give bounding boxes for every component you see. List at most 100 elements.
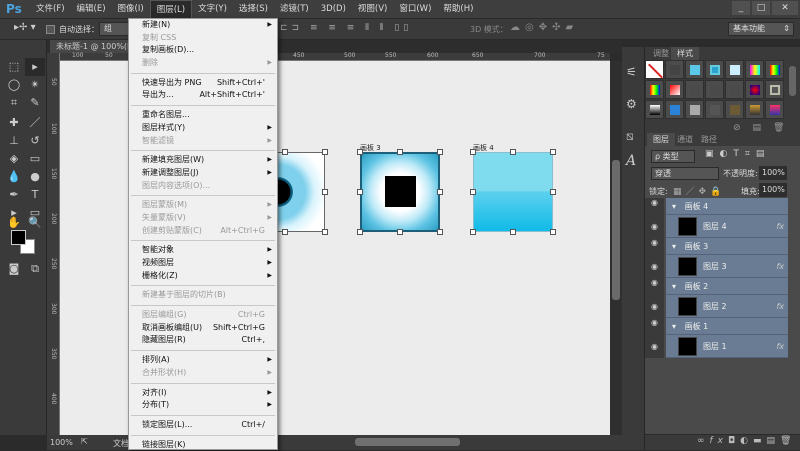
style-swatch[interactable] — [645, 100, 664, 119]
style-swatch-none[interactable] — [645, 60, 664, 79]
maximize-button[interactable]: □ — [752, 1, 770, 15]
doc-info-label[interactable]: 文档 — [113, 438, 129, 449]
paragraph-panel-icon[interactable]: ⧅ — [626, 129, 634, 144]
style-swatch[interactable] — [685, 100, 704, 119]
menu-item[interactable]: 排列(A) ▶ — [129, 354, 277, 367]
menu-item[interactable]: 隐藏图层(R) Ctrl+, — [129, 334, 277, 347]
menu-item[interactable]: 锁定图层(L)... Ctrl+/ — [129, 419, 277, 432]
style-swatch[interactable] — [725, 60, 744, 79]
menu-item[interactable]: 新建调整图层(J) ▶ — [129, 167, 277, 180]
menu-3[interactable]: 图层(L) — [149, 0, 193, 18]
gradient-tool-icon[interactable]: ▭ — [25, 150, 45, 168]
menu-7[interactable]: 3D(D) — [315, 0, 352, 18]
menu-item[interactable]: 导出为... Alt+Shift+Ctrl+' — [129, 89, 277, 102]
fx-icon[interactable]: fx — [776, 335, 784, 358]
healing-brush-icon[interactable]: ✚ — [4, 114, 24, 132]
menu-4[interactable]: 文字(Y) — [192, 0, 233, 18]
auto-select-dropdown[interactable]: 组 — [99, 22, 129, 36]
menu-9[interactable]: 窗口(W) — [393, 0, 437, 18]
style-swatch[interactable] — [725, 100, 744, 119]
vertical-scroll-thumb[interactable] — [612, 160, 620, 300]
zoom-level[interactable]: 100% — [50, 438, 73, 447]
style-swatch[interactable] — [765, 80, 784, 99]
3d-tools-icons[interactable]: ☁◎✥✣▰ — [510, 22, 578, 33]
export-icon[interactable]: ⇱ — [81, 437, 88, 446]
visibility-eye-icon[interactable]: ◉ — [645, 335, 664, 358]
visibility-eye-icon[interactable]: ◉ — [645, 278, 664, 295]
menu-10[interactable]: 帮助(H) — [437, 0, 479, 18]
menu-item[interactable]: 对齐(I) ▶ — [129, 387, 277, 400]
style-swatch[interactable] — [745, 80, 764, 99]
style-swatch[interactable] — [725, 80, 744, 99]
zoom-tool-icon[interactable]: 🔍 — [25, 214, 45, 232]
style-swatch[interactable] — [705, 80, 724, 99]
workspace-dropdown[interactable]: 基本功能 ⇕ — [728, 22, 794, 36]
style-swatch[interactable] — [645, 80, 664, 99]
artboard-3[interactable] — [360, 152, 440, 232]
style-swatch[interactable] — [685, 80, 704, 99]
align-icons[interactable]: ⊏⊐ ≡ ≡ ≡ ⫴ ⫴ ▯▯ — [280, 23, 412, 33]
menu-item[interactable]: 链接图层(K) — [129, 439, 277, 451]
marquee-tool-icon[interactable]: ⬚ — [4, 58, 24, 76]
magic-wand-icon[interactable]: ✴ — [25, 76, 45, 94]
layer-row[interactable]: ◉ 图层 1 fx — [645, 335, 800, 358]
fx-icon[interactable]: fx — [776, 255, 784, 278]
artboard-2[interactable] — [270, 152, 325, 232]
artboard-4[interactable] — [473, 152, 553, 232]
style-swatch[interactable] — [745, 100, 764, 119]
pen-tool-icon[interactable]: ✒ — [4, 186, 24, 204]
style-swatch[interactable] — [765, 60, 784, 79]
foreground-color[interactable] — [11, 230, 26, 245]
menu-8[interactable]: 视图(V) — [352, 0, 393, 18]
move-tool-icon[interactable]: ▸ — [25, 58, 45, 76]
menu-item[interactable]: 新建(N) ▶ — [129, 19, 277, 32]
fx-icon[interactable]: fx — [776, 295, 784, 318]
visibility-eye-icon[interactable]: ◉ — [645, 238, 664, 255]
menu-0[interactable]: 文件(F) — [30, 0, 71, 18]
character-panel-icon[interactable]: A — [626, 153, 636, 169]
lasso-tool-icon[interactable]: ◯ — [4, 76, 24, 94]
menu-item[interactable]: 取消画板编组(U) Shift+Ctrl+G — [129, 322, 277, 335]
style-swatch[interactable] — [705, 100, 724, 119]
styles-scrollbar[interactable] — [789, 66, 796, 96]
screen-mode-icon[interactable]: ⧉ — [25, 260, 45, 278]
menu-6[interactable]: 滤镜(T) — [274, 0, 315, 18]
type-tool-icon[interactable]: T — [25, 186, 45, 204]
menu-item[interactable]: 重命名图层... — [129, 109, 277, 122]
quick-mask-icon[interactable]: ◙ — [4, 260, 24, 278]
menu-item[interactable]: 快速导出为 PNG Shift+Ctrl+' — [129, 77, 277, 90]
style-swatch[interactable] — [665, 80, 684, 99]
style-swatch[interactable] — [705, 60, 724, 79]
layer-group-row[interactable]: ◉ ▾ 画板 1 — [645, 318, 800, 335]
visibility-eye-icon[interactable]: ◉ — [645, 255, 664, 278]
opacity-input[interactable]: 100% — [759, 166, 787, 180]
menu-item[interactable]: 视频图层 ▶ — [129, 257, 277, 270]
style-swatch[interactable] — [745, 60, 764, 79]
eraser-tool-icon[interactable]: ◈ — [4, 150, 24, 168]
menu-item[interactable]: 新建填充图层(W) ▶ — [129, 154, 277, 167]
history-brush-icon[interactable]: ↺ — [25, 132, 45, 150]
style-swatch[interactable] — [665, 60, 684, 79]
visibility-eye-icon[interactable]: ◉ — [645, 215, 664, 238]
tab-paths[interactable]: 路径 — [695, 133, 723, 146]
layer-group-row[interactable]: ◉ ▾ 画板 2 — [645, 278, 800, 295]
menu-1[interactable]: 编辑(E) — [71, 0, 112, 18]
style-swatch[interactable] — [685, 60, 704, 79]
style-swatch[interactable] — [665, 100, 684, 119]
fx-icon[interactable]: fx — [776, 215, 784, 238]
layer-row[interactable]: ◉ 图层 4 fx — [645, 215, 800, 238]
blend-mode-dropdown[interactable]: 穿透 — [651, 167, 719, 180]
eyedropper-icon[interactable]: ✎ — [25, 94, 45, 112]
history-panel-icon[interactable]: ⚟ — [626, 65, 637, 79]
minimize-button[interactable]: _ — [732, 1, 750, 15]
properties-panel-icon[interactable]: ⚙ — [626, 97, 637, 111]
dodge-tool-icon[interactable]: ● — [25, 168, 45, 186]
layer-row[interactable]: ◉ 图层 3 fx — [645, 255, 800, 278]
layer-group-row[interactable]: ◉ ▾ 画板 4 — [645, 198, 800, 215]
move-tool-icon[interactable]: ▸✢ ▾ — [14, 22, 36, 33]
layer-group-row[interactable]: ◉ ▾ 画板 3 — [645, 238, 800, 255]
styles-footer-icons[interactable]: ⊘▤🗑 — [733, 123, 796, 133]
horizontal-scroll-thumb[interactable] — [355, 438, 460, 446]
layers-footer-icons[interactable]: ∞fx◘◐▬▤🗑 — [697, 436, 796, 446]
fill-input[interactable]: 100% — [759, 183, 787, 197]
